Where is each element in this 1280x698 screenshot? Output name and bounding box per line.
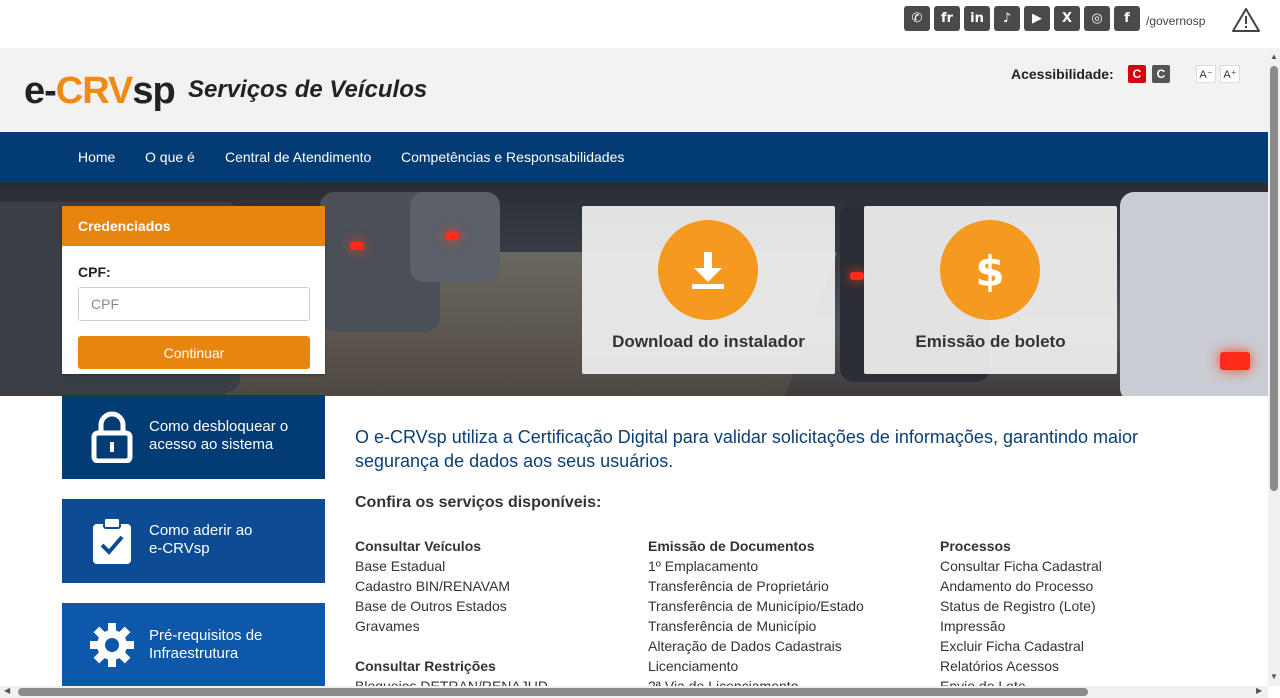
pre-requisitos-text: Pré-requisitos de Infraestrutura	[149, 627, 262, 663]
tile-line: Infraestrutura	[149, 645, 239, 662]
service-link[interactable]: Base Estadual	[355, 556, 548, 576]
service-link[interactable]: Base de Outros Estados	[355, 596, 548, 616]
horizontal-scrollbar[interactable]: ◀ ▶	[0, 686, 1268, 698]
scroll-down-icon[interactable]: ▼	[1270, 672, 1278, 681]
tile-line: Pré-requisitos de	[149, 627, 263, 644]
emissao-boleto-card[interactable]: $ Emissão de boleto	[864, 206, 1117, 374]
linkedin-icon[interactable]: in	[964, 6, 990, 31]
hero-taillight	[1220, 352, 1250, 370]
scroll-left-icon[interactable]: ◀	[4, 686, 10, 695]
lock-icon	[86, 411, 138, 463]
contrast-red-button[interactable]: C	[1128, 65, 1146, 83]
flickr-icon[interactable]: fr	[934, 6, 960, 31]
ecrvsp-logo[interactable]: e-CRVsp	[24, 70, 176, 113]
logo-part-e: e-	[24, 70, 57, 112]
government-top-bar: ✆ fr in ♪ ▶ X ◎ f /governosp	[0, 0, 1280, 48]
main-nav: Home O que é Central de Atendimento Comp…	[0, 132, 1268, 182]
nav-item-competencias[interactable]: Competências e Responsabilidades	[401, 149, 624, 165]
site-tagline: Serviços de Veículos	[188, 76, 428, 103]
contrast-gray-button[interactable]: C	[1152, 65, 1170, 83]
processos-title: Processos	[940, 538, 1011, 554]
horizontal-scroll-thumb[interactable]	[18, 688, 1088, 696]
scroll-right-icon[interactable]: ▶	[1256, 686, 1262, 695]
service-link[interactable]: Transferência de Proprietário	[648, 576, 864, 596]
nav-item-central-atendimento[interactable]: Central de Atendimento	[225, 149, 371, 165]
service-link[interactable]: 1º Emplacamento	[648, 556, 864, 576]
tiktok-icon[interactable]: ♪	[994, 6, 1020, 31]
service-link[interactable]: Impressão	[940, 616, 1102, 636]
service-link[interactable]: Transferência de Município/Estado	[648, 596, 864, 616]
x-icon[interactable]: X	[1054, 6, 1080, 31]
service-link[interactable]: Status de Registro (Lote)	[940, 596, 1102, 616]
aderir-ecrvsp-tile[interactable]: Como aderir ao e-CRVsp	[62, 499, 325, 583]
service-link[interactable]: Andamento do Processo	[940, 576, 1102, 596]
social-links: ✆ fr in ♪ ▶ X ◎ f	[904, 6, 1140, 31]
pre-requisitos-tile[interactable]: Pré-requisitos de Infraestrutura	[62, 603, 325, 687]
hero-taillight	[850, 272, 864, 280]
svg-text:$: $	[975, 247, 1004, 295]
service-link[interactable]: Relatórios Acessos	[940, 656, 1102, 676]
service-link[interactable]: Alteração de Dados Cadastrais	[648, 636, 864, 656]
services-column-processos: Processos Consultar Ficha Cadastral Anda…	[940, 536, 1102, 696]
consultar-restricoes-title: Consultar Restrições	[355, 658, 496, 674]
consultar-veiculos-title: Consultar Veículos	[355, 538, 482, 554]
service-link[interactable]: Gravames	[355, 616, 548, 636]
services-heading: Confira os serviços disponíveis:	[355, 494, 602, 511]
service-link[interactable]: Cadastro BIN/RENAVAM	[355, 576, 548, 596]
youtube-icon[interactable]: ▶	[1024, 6, 1050, 31]
cpf-label: CPF:	[78, 264, 111, 280]
logo-part-crv: CRV	[55, 70, 134, 112]
download-installer-card[interactable]: Download do instalador	[582, 206, 835, 374]
warning-icon[interactable]	[1231, 6, 1261, 39]
nav-item-home[interactable]: Home	[78, 149, 115, 165]
services-column-veiculos: Consultar Veículos Base Estadual Cadastr…	[355, 536, 548, 696]
desbloquear-acesso-tile[interactable]: Como desbloquear o acesso ao sistema	[62, 395, 325, 479]
gear-icon	[86, 619, 138, 671]
download-installer-label: Download do instalador	[612, 332, 805, 351]
intro-text: O e-CRVsp utiliza a Certificação Digital…	[355, 427, 1139, 471]
tile-line: Como desbloquear o	[149, 418, 289, 435]
service-link[interactable]: Licenciamento	[648, 656, 864, 676]
logo-part-sp: sp	[132, 70, 175, 112]
clipboard-check-icon	[86, 515, 138, 567]
tile-line: acesso ao sistema	[149, 436, 274, 453]
continuar-button[interactable]: Continuar	[78, 336, 310, 369]
desbloquear-acesso-text: Como desbloquear o acesso ao sistema	[149, 418, 288, 454]
credenciados-title: Credenciados	[62, 206, 325, 246]
service-link[interactable]: Excluir Ficha Cadastral	[940, 636, 1102, 656]
tile-line: Como aderir ao	[149, 522, 253, 539]
aderir-ecrvsp-text: Como aderir ao e-CRVsp	[149, 522, 252, 558]
site-header: e-CRVsp Serviços de Veículos Acessibilid…	[0, 48, 1268, 132]
hero-taillight	[350, 242, 364, 250]
nav-item-o-que-e[interactable]: O que é	[145, 149, 195, 165]
gov-handle-text: /governosp	[1146, 14, 1206, 28]
accessibility-label: Acessibilidade:	[1011, 66, 1114, 82]
tile-line: e-CRVsp	[149, 540, 210, 557]
services-column-documentos: Emissão de Documentos 1º Emplacamento Tr…	[648, 536, 864, 696]
instagram-icon[interactable]: ◎	[1084, 6, 1110, 31]
vertical-scrollbar[interactable]: ▲ ▼	[1268, 48, 1280, 686]
service-link[interactable]: Transferência de Município	[648, 616, 864, 636]
service-link[interactable]: Consultar Ficha Cadastral	[940, 556, 1102, 576]
credenciados-panel: Credenciados CPF: Continuar	[62, 206, 325, 374]
dollar-icon: $	[940, 220, 1040, 320]
facebook-icon[interactable]: f	[1114, 6, 1140, 31]
vertical-scroll-thumb[interactable]	[1270, 66, 1278, 491]
emissao-documentos-title: Emissão de Documentos	[648, 538, 815, 554]
whatsapp-icon[interactable]: ✆	[904, 6, 930, 31]
hero-taillight	[445, 232, 459, 240]
cpf-input[interactable]	[78, 287, 310, 321]
font-increase-button[interactable]: A⁺	[1220, 65, 1240, 83]
emissao-boleto-label: Emissão de boleto	[915, 332, 1066, 351]
font-decrease-button[interactable]: A⁻	[1196, 65, 1216, 83]
download-icon	[658, 220, 758, 320]
scroll-up-icon[interactable]: ▲	[1270, 52, 1278, 61]
